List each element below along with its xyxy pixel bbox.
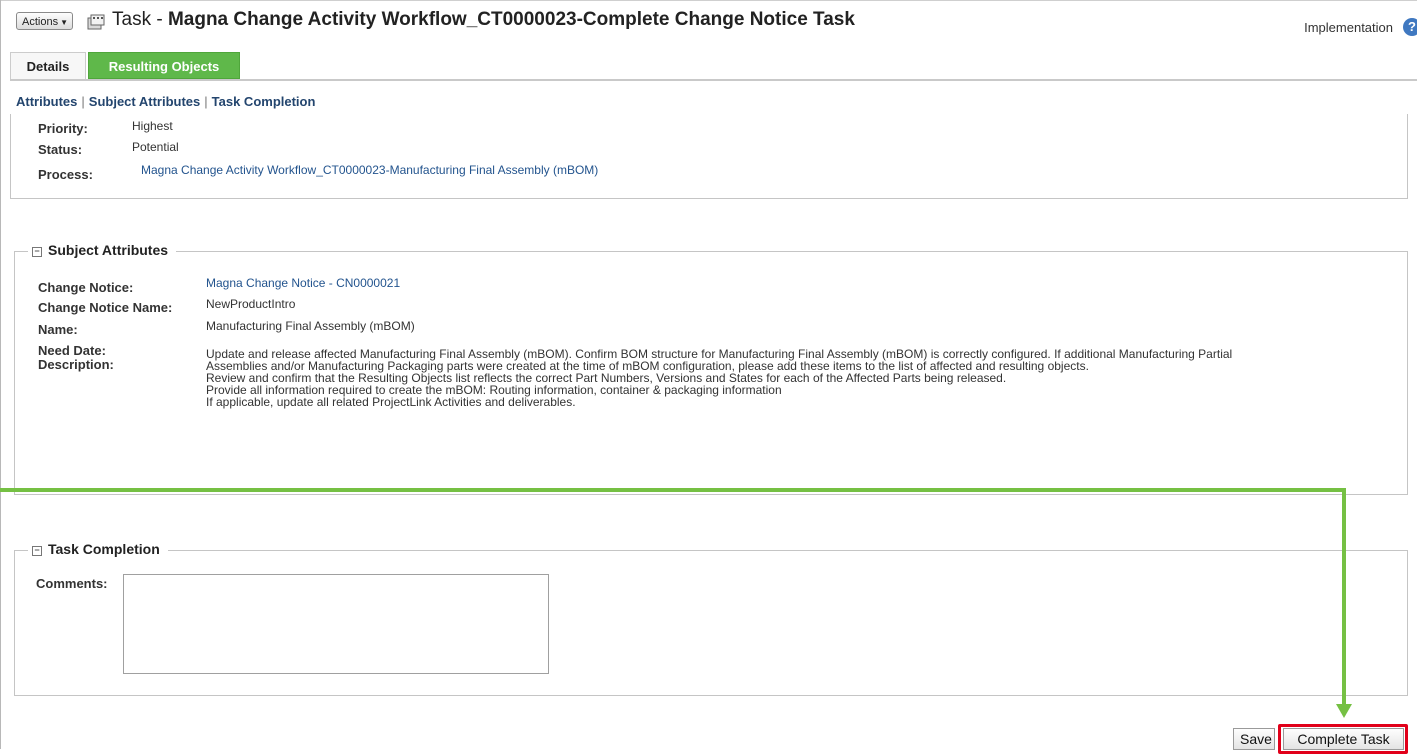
caret-down-icon: ▼ — [60, 18, 68, 27]
process-label: Process: — [38, 167, 93, 182]
annotation-arrow-head-icon — [1336, 704, 1352, 718]
section-nav: Attributes | Subject Attributes | Task Compl… — [16, 94, 315, 109]
context-label: Implementation — [1304, 20, 1393, 35]
name-label: Name: — [38, 322, 78, 337]
task-completion-title: Task Completion — [48, 541, 160, 557]
nav-link-task-completion[interactable]: Task Completion — [212, 94, 316, 109]
actions-label: Actions — [22, 16, 59, 28]
page-title: Task - Magna Change Activity Workflow_CT… — [112, 9, 855, 31]
tab-resulting-objects[interactable]: Resulting Objects — [88, 52, 240, 79]
annotation-arrow-line — [0, 488, 1346, 492]
description-line: If applicable, update all related Projec… — [206, 395, 576, 409]
title-prefix: Task - — [112, 9, 168, 30]
attributes-panel — [10, 114, 1408, 199]
priority-value: Highest — [132, 119, 173, 133]
nav-separator: | — [81, 94, 85, 109]
collapse-icon[interactable]: − — [32, 247, 42, 257]
status-label: Status: — [38, 142, 83, 157]
help-icon[interactable]: ? — [1403, 18, 1417, 36]
window-left-border — [0, 0, 1, 749]
title-name: Magna Change Activity Workflow_CT0000023… — [167, 9, 855, 30]
nav-link-attributes[interactable]: Attributes — [16, 94, 77, 109]
comments-label: Comments: — [36, 576, 108, 591]
subject-attributes-legend[interactable]: − Subject Attributes — [28, 242, 177, 258]
process-link[interactable]: Magna Change Activity Workflow_CT0000023… — [141, 163, 598, 177]
description-label: Description: — [38, 357, 114, 372]
collapse-icon[interactable]: − — [32, 546, 42, 556]
nav-separator: | — [204, 94, 208, 109]
save-button[interactable]: Save — [1233, 728, 1275, 750]
nav-link-subject-attributes[interactable]: Subject Attributes — [89, 94, 200, 109]
description-text: Update and release affected Manufacturin… — [206, 348, 1366, 408]
subject-attributes-title: Subject Attributes — [48, 242, 169, 258]
task-icon — [87, 14, 105, 30]
window-top-border — [0, 0, 1417, 1]
priority-label: Priority: — [38, 121, 88, 136]
change-notice-name-label: Change Notice Name: — [38, 300, 173, 315]
status-value: Potential — [132, 140, 179, 154]
need-date-label: Need Date: — [38, 343, 106, 358]
actions-menu-button[interactable]: Actions ▼ — [16, 12, 73, 30]
task-completion-legend[interactable]: − Task Completion — [28, 541, 168, 557]
comments-textarea[interactable] — [123, 574, 549, 674]
name-value: Manufacturing Final Assembly (mBOM) — [206, 319, 415, 333]
tab-bar: Details Resulting Objects — [10, 52, 1417, 81]
change-notice-link[interactable]: Magna Change Notice - CN0000021 — [206, 276, 400, 290]
complete-task-button[interactable]: Complete Task — [1283, 728, 1404, 750]
annotation-arrow-line — [1342, 488, 1346, 706]
change-notice-label: Change Notice: — [38, 280, 134, 295]
change-notice-name-value: NewProductIntro — [206, 297, 296, 311]
tab-details[interactable]: Details — [10, 52, 86, 79]
